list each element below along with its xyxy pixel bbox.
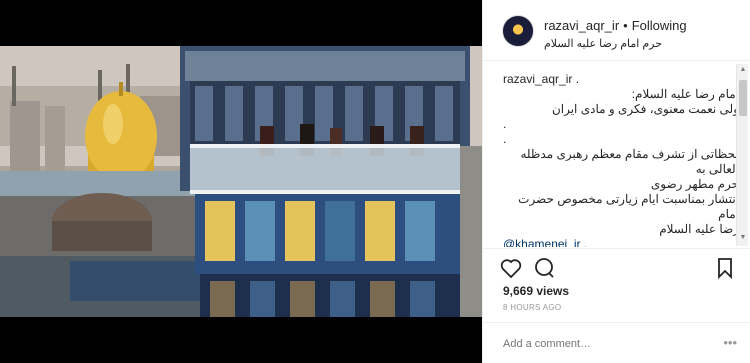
shrine-scene-image <box>0 46 482 317</box>
instagram-post: razavi_aqr_ir • Following حرم امام رضا علی… <box>0 0 750 363</box>
caption-user-line: razavi_aqr_ir . <box>503 72 739 87</box>
comment-bar: ••• <box>483 322 750 363</box>
caption-line: امام رضا علیه السلام: <box>631 87 739 101</box>
header-username-row: razavi_aqr_ir • Following <box>544 18 687 33</box>
heart-icon[interactable] <box>499 256 523 280</box>
caption: razavi_aqr_ir . امام رضا علیه السلام: ول… <box>503 72 739 247</box>
caption-line: . <box>503 117 507 131</box>
comment-icon[interactable] <box>532 256 556 280</box>
post-timestamp[interactable]: 8 HOURS AGO <box>503 303 561 312</box>
caption-line: . <box>503 132 507 146</box>
post-sidebar: razavi_aqr_ir • Following حرم امام رضا علی… <box>482 0 750 363</box>
caption-username[interactable]: razavi_aqr_ir <box>503 72 572 86</box>
post-media[interactable] <box>0 0 482 363</box>
caption-scrollbar[interactable]: ▲ ▼ <box>736 64 748 246</box>
caption-user-tail: . <box>575 72 580 86</box>
header-username[interactable]: razavi_aqr_ir <box>544 18 619 33</box>
scroll-down-icon[interactable]: ▼ <box>739 234 747 244</box>
mention-link[interactable]: @khamenei_ir <box>503 237 581 247</box>
bookmark-icon[interactable] <box>713 256 737 280</box>
caption-line: رضا علیه السلام <box>659 222 739 236</box>
views-count[interactable]: 9,669 views <box>503 284 569 298</box>
comment-input[interactable] <box>503 336 703 352</box>
caption-line: ولی نعمت معنوی، فکری و مادی ایران <box>551 102 739 116</box>
caption-line: حرم مطهر رضوی <box>650 177 739 191</box>
caption-line: انتشار بمناسبت ایام زیارتی مخصوص حضرت ام… <box>518 192 739 221</box>
avatar[interactable] <box>502 15 534 47</box>
scroll-thumb[interactable] <box>739 80 747 116</box>
post-header: razavi_aqr_ir • Following حرم امام رضا علی… <box>483 0 750 61</box>
more-options-icon[interactable]: ••• <box>723 335 737 350</box>
video-frame[interactable] <box>0 46 482 317</box>
action-bar <box>483 248 750 288</box>
mention-tail: . <box>583 237 588 247</box>
separator-dot: • <box>623 18 628 33</box>
scroll-up-icon[interactable]: ▲ <box>739 66 747 76</box>
caption-line: لحظاتی از تشرف مقام معظم رهبری مدظله الع… <box>520 147 739 176</box>
location-link[interactable]: حرم امام رضا علیه السلام <box>544 37 662 50</box>
caption-mention-line: @khamenei_ir . <box>503 237 739 247</box>
following-button[interactable]: Following <box>632 18 687 33</box>
